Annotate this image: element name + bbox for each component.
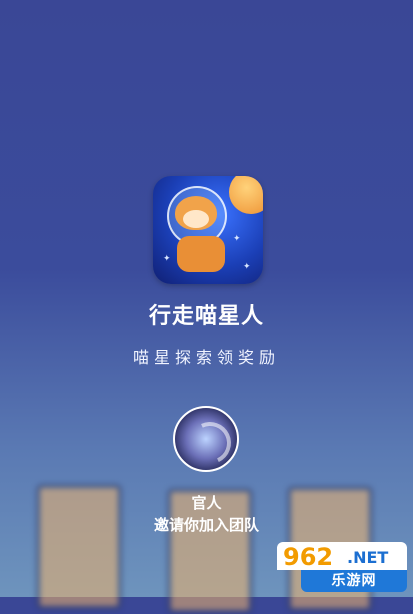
site-watermark: 962 .NET 乐游网 <box>277 542 407 594</box>
cat-face-icon <box>183 210 209 228</box>
watermark-number: 962 <box>283 543 334 571</box>
app-slogan: 喵星探索领奖励 <box>132 348 280 367</box>
moon-icon <box>229 176 263 214</box>
watermark-suffix: .NET <box>347 548 389 567</box>
invite-text: 邀请你加入团队 <box>153 516 259 534</box>
star-icon: ✦ <box>233 234 241 244</box>
watermark-site: 乐游网 <box>301 570 407 592</box>
swirl-icon <box>183 416 237 470</box>
watermark-top: 962 .NET <box>277 542 407 571</box>
owner-name: 官人 <box>191 494 222 512</box>
cat-body-icon <box>177 236 225 272</box>
app-title: 行走喵星人 <box>148 304 264 329</box>
avatar[interactable] <box>173 406 239 472</box>
star-icon: ✦ <box>163 254 171 264</box>
star-icon: ✦ <box>243 262 251 272</box>
app-icon: ✦ ✦ ✦ <box>153 176 263 284</box>
